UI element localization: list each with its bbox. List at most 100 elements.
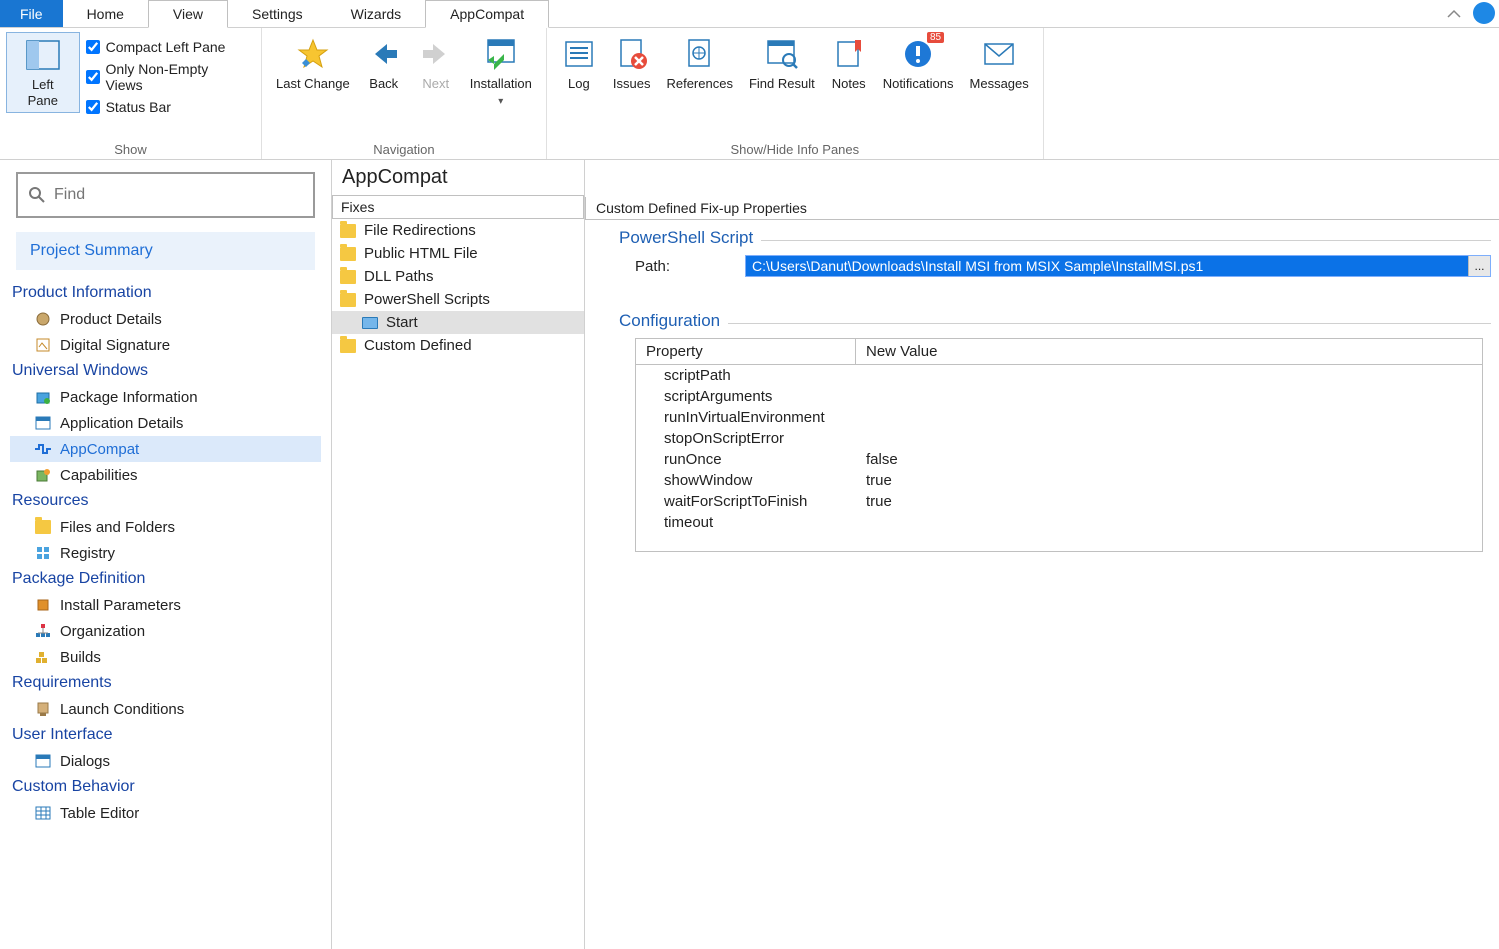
chevron-down-icon: ▾ xyxy=(498,96,503,107)
search-input[interactable] xyxy=(54,186,303,204)
installation-label: Installation xyxy=(470,76,532,91)
log-button[interactable]: Log xyxy=(553,32,605,96)
find-result-icon xyxy=(764,36,800,72)
config-val: true xyxy=(856,491,902,512)
item-appcompat[interactable]: AppCompat xyxy=(10,436,321,462)
notif-count-badge: 85 xyxy=(927,32,944,43)
item-product-details[interactable]: Product Details xyxy=(10,306,321,332)
notes-icon xyxy=(831,36,867,72)
last-change-label: Last Change xyxy=(276,76,350,92)
fixes-title: AppCompat xyxy=(332,160,584,195)
section-requirements[interactable]: Requirements xyxy=(10,670,321,696)
messages-button[interactable]: Messages xyxy=(962,32,1037,96)
menu-tabs: File Home View Settings Wizards AppCompa… xyxy=(0,0,1499,28)
tab-settings[interactable]: Settings xyxy=(228,0,327,27)
search-icon xyxy=(28,186,46,204)
fixes-header: Fixes xyxy=(332,195,584,219)
config-val: false xyxy=(856,449,908,470)
star-icon xyxy=(295,36,331,72)
launch-icon xyxy=(34,700,52,718)
item-builds[interactable]: Builds xyxy=(10,644,321,670)
messages-icon xyxy=(981,36,1017,72)
search-input-wrap[interactable] xyxy=(16,172,315,218)
fix-start[interactable]: Start xyxy=(332,311,584,334)
window-icon xyxy=(34,414,52,432)
col-property: Property xyxy=(636,339,856,364)
section-custom-behavior[interactable]: Custom Behavior xyxy=(10,774,321,800)
next-button[interactable]: Next xyxy=(410,32,462,96)
signature-icon xyxy=(34,336,52,354)
fix-file-redirections[interactable]: File Redirections xyxy=(332,219,584,242)
item-organization[interactable]: Organization xyxy=(10,618,321,644)
config-val: true xyxy=(856,470,902,491)
project-summary[interactable]: Project Summary xyxy=(16,232,315,270)
notes-button[interactable]: Notes xyxy=(823,32,875,96)
group-show-label: Show xyxy=(6,140,255,157)
section-package-def[interactable]: Package Definition xyxy=(10,566,321,592)
issues-button[interactable]: Issues xyxy=(605,32,659,96)
monitor-icon xyxy=(362,317,378,329)
config-row[interactable]: scriptPath xyxy=(636,365,1482,386)
section-product-info[interactable]: Product Information xyxy=(10,280,321,306)
config-row[interactable]: showWindowtrue xyxy=(636,470,1482,491)
issues-label: Issues xyxy=(613,76,651,92)
help-badge-icon[interactable] xyxy=(1473,2,1495,24)
item-files-folders[interactable]: Files and Folders xyxy=(10,514,321,540)
item-table-editor[interactable]: Table Editor xyxy=(10,800,321,826)
installation-button[interactable]: Installation ▾ xyxy=(462,32,540,112)
fieldset-config-title: Configuration xyxy=(619,311,728,331)
references-icon xyxy=(682,36,718,72)
check-only-non-empty[interactable]: Only Non-Empty Views xyxy=(80,58,255,96)
browse-button[interactable]: ... xyxy=(1468,256,1490,276)
folder-icon xyxy=(340,339,356,353)
left-pane-button[interactable]: Left Pane xyxy=(6,32,80,113)
config-row[interactable]: scriptArguments xyxy=(636,386,1482,407)
config-row[interactable]: waitForScriptToFinishtrue xyxy=(636,491,1482,512)
item-application-details[interactable]: Application Details xyxy=(10,410,321,436)
tab-appcompat[interactable]: AppCompat xyxy=(425,0,549,28)
check-status-bar[interactable]: Status Bar xyxy=(80,96,255,118)
left-pane-icon xyxy=(25,37,61,73)
section-user-interface[interactable]: User Interface xyxy=(10,722,321,748)
config-row[interactable]: runOncefalse xyxy=(636,449,1482,470)
tab-view[interactable]: View xyxy=(148,0,228,28)
section-resources[interactable]: Resources xyxy=(10,488,321,514)
collapse-ribbon-icon[interactable] xyxy=(1439,0,1469,27)
path-input[interactable] xyxy=(746,256,1468,276)
config-row[interactable]: runInVirtualEnvironment xyxy=(636,407,1482,428)
main-area: Project Summary Product Information Prod… xyxy=(0,160,1499,949)
back-button[interactable]: Back xyxy=(358,32,410,96)
item-install-params[interactable]: Install Parameters xyxy=(10,592,321,618)
find-result-button[interactable]: Find Result xyxy=(741,32,823,96)
check-compact-left-pane[interactable]: Compact Left Pane xyxy=(80,36,255,58)
references-button[interactable]: References xyxy=(658,32,740,96)
item-digital-signature[interactable]: Digital Signature xyxy=(10,332,321,358)
item-capabilities[interactable]: Capabilities xyxy=(10,462,321,488)
section-universal-windows[interactable]: Universal Windows xyxy=(10,358,321,384)
config-prop: scriptArguments xyxy=(636,386,856,407)
left-pane: Project Summary Product Information Prod… xyxy=(0,160,332,949)
tab-home[interactable]: Home xyxy=(63,0,148,27)
item-dialogs[interactable]: Dialogs xyxy=(10,748,321,774)
appcompat-icon xyxy=(34,440,52,458)
left-pane-label: Left Pane xyxy=(15,77,71,108)
fix-custom-defined[interactable]: Custom Defined xyxy=(332,334,584,357)
config-row[interactable]: timeout xyxy=(636,512,1482,533)
item-package-info[interactable]: Package Information xyxy=(10,384,321,410)
col-new-value: New Value xyxy=(856,339,947,364)
last-change-button[interactable]: Last Change xyxy=(268,32,358,96)
config-row[interactable]: stopOnScriptError xyxy=(636,428,1482,449)
folder-icon xyxy=(340,247,356,261)
notifications-button[interactable]: 85 Notifications xyxy=(875,32,962,96)
item-launch-conditions[interactable]: Launch Conditions xyxy=(10,696,321,722)
folder-icon xyxy=(340,270,356,284)
builds-icon xyxy=(34,648,52,666)
fix-powershell-scripts[interactable]: PowerShell Scripts xyxy=(332,288,584,311)
fix-public-html[interactable]: Public HTML File xyxy=(332,242,584,265)
fix-dll-paths[interactable]: DLL Paths xyxy=(332,265,584,288)
notes-label: Notes xyxy=(832,76,866,92)
item-registry[interactable]: Registry xyxy=(10,540,321,566)
tab-file[interactable]: File xyxy=(0,0,63,27)
tab-wizards[interactable]: Wizards xyxy=(327,0,426,27)
config-prop: scriptPath xyxy=(636,365,856,386)
